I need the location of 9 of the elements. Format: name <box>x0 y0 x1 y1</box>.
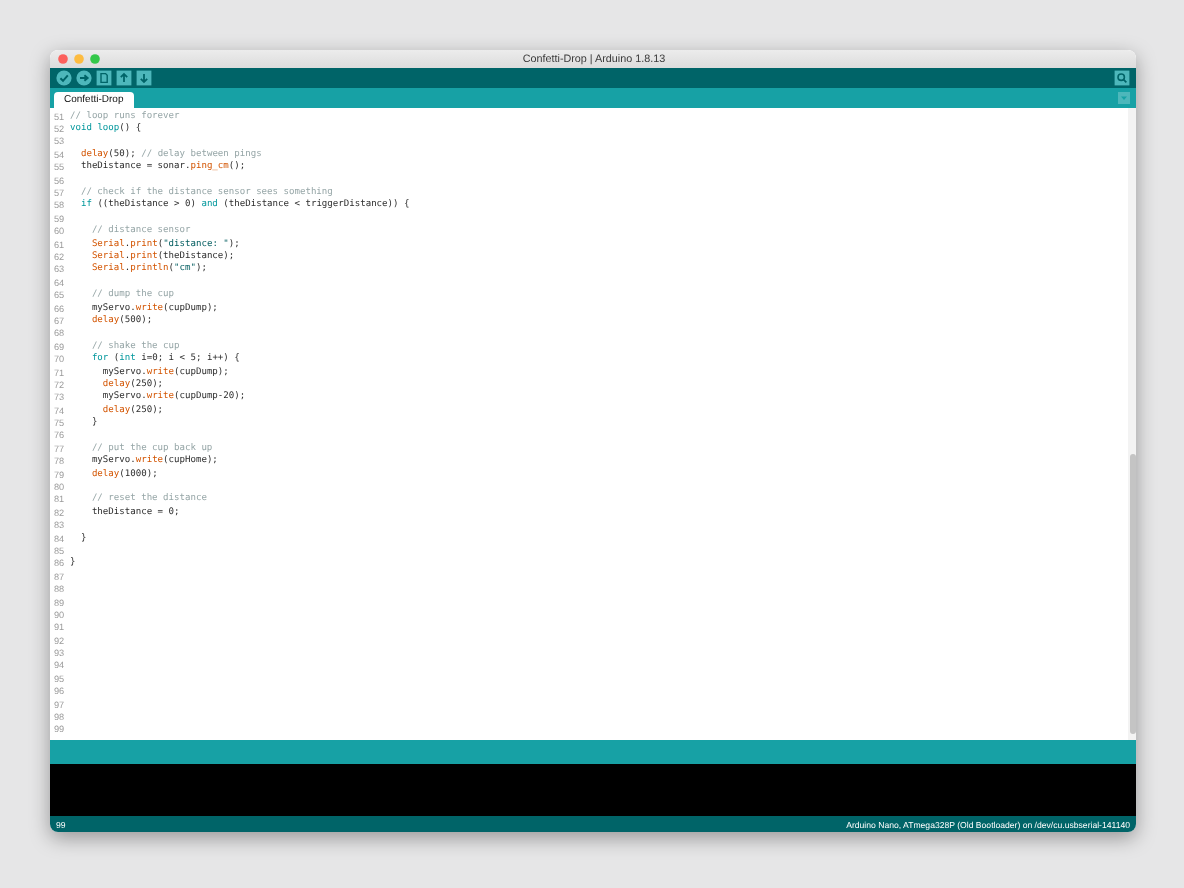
save-icon[interactable] <box>136 70 152 86</box>
new-file-icon[interactable] <box>96 70 112 86</box>
scrollbar-thumb[interactable] <box>1129 454 1135 734</box>
verify-icon[interactable] <box>56 70 72 86</box>
upload-icon[interactable] <box>76 70 92 86</box>
close-button[interactable] <box>58 54 68 64</box>
zoom-button[interactable] <box>90 54 100 64</box>
open-icon[interactable] <box>116 70 132 86</box>
search-icon[interactable] <box>1114 70 1130 86</box>
